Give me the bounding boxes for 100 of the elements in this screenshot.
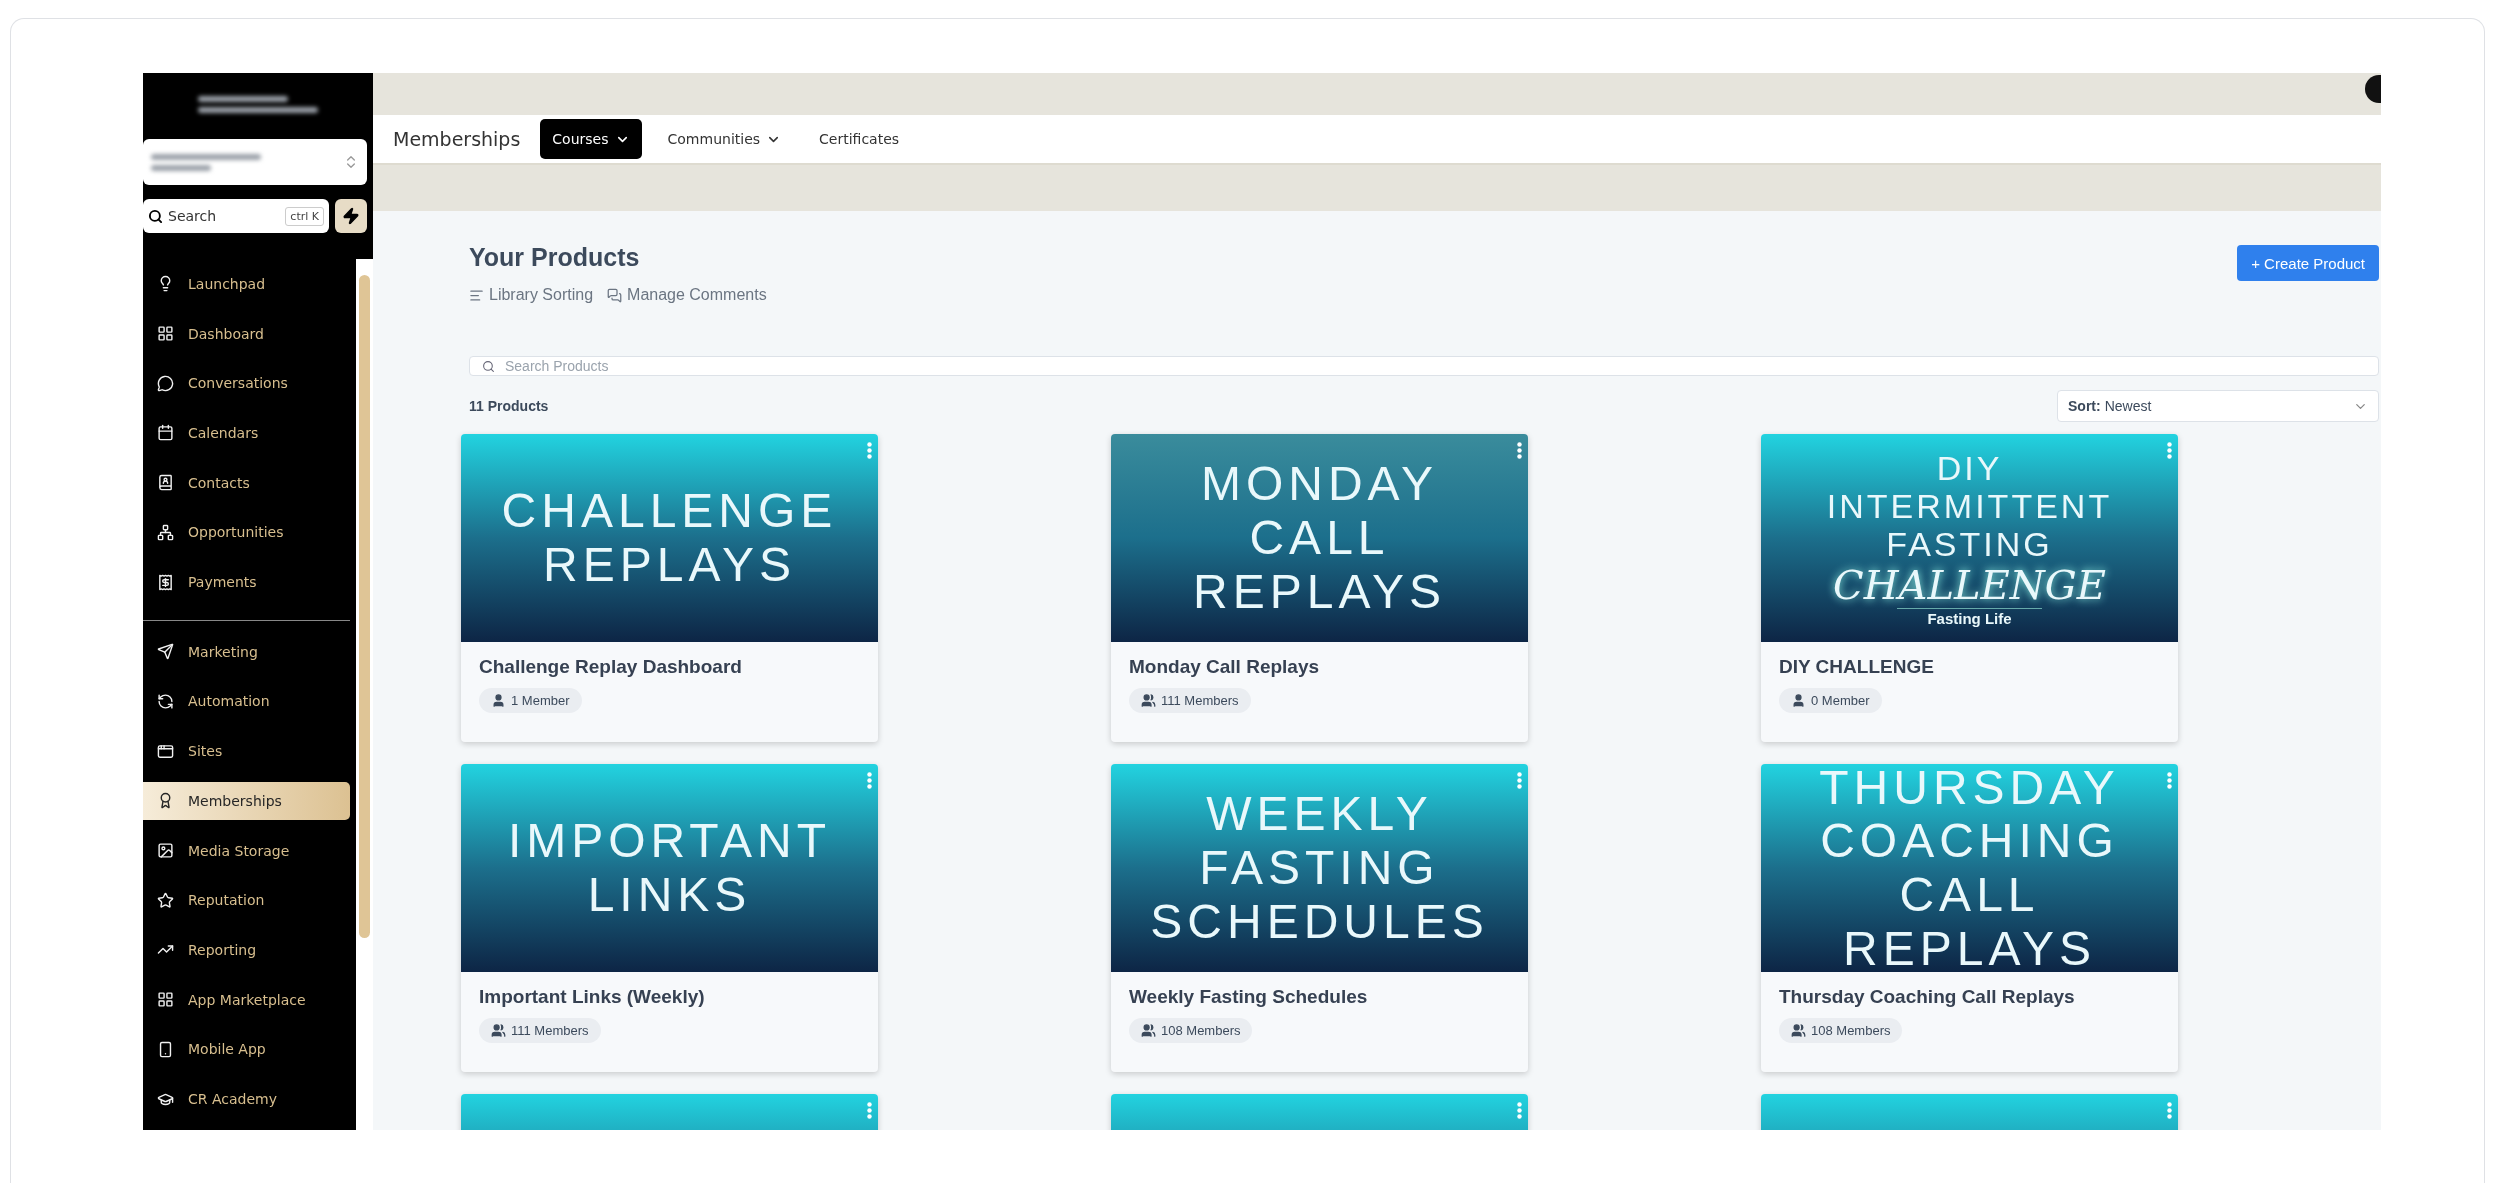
toolbar-link[interactable]: Library Sorting	[469, 286, 594, 304]
thumbnail-text: REPLAYS	[1193, 564, 1446, 619]
people-icon	[1141, 1023, 1156, 1038]
thumbnail-text: COACHING	[1820, 814, 2119, 868]
sidebar-item[interactable]: Marketing	[143, 632, 350, 671]
product-title: DIY CHALLENGE	[1779, 656, 1935, 678]
thumbnail-text: DIY	[1936, 448, 2003, 487]
thumbnail-text: REPLAYS	[1843, 921, 2096, 976]
product-title: Challenge Replay Dashboard	[479, 656, 743, 678]
product-title: Thursday Coaching Call Replays	[1779, 986, 2076, 1008]
thumbnail-text: LINKS	[587, 868, 752, 922]
product-card[interactable]: IMPORTANT LINKS Important Links (Weekly) 111 Members	[461, 764, 878, 1072]
sidebar-item[interactable]: Memberships	[143, 782, 350, 820]
thumbnail-text: INTERMITTENT	[1826, 486, 2113, 525]
product-count: 11 Products	[469, 398, 549, 414]
thumbnail-text: CHALLENGE	[1833, 562, 2106, 608]
sidebar-item[interactable]: Calendars	[143, 414, 350, 452]
nav-tab[interactable]: Courses	[540, 119, 642, 159]
sidebar-item[interactable]: Reporting	[143, 931, 350, 969]
sidebar-item[interactable]: Payments	[143, 563, 350, 601]
more-icon	[1517, 1102, 1522, 1119]
more-menu-button[interactable]	[1517, 1102, 1522, 1119]
smartphone-icon	[157, 1040, 174, 1058]
search-icon	[148, 208, 163, 224]
send-icon	[157, 643, 174, 661]
more-menu-button[interactable]	[1517, 442, 1522, 459]
member-count: 0 Member	[1779, 688, 1882, 713]
thumbnail-text: CHALLENGE	[501, 484, 838, 538]
sidebar-item[interactable]: App Marketplace	[143, 980, 350, 1019]
person-icon	[491, 693, 506, 708]
more-menu-button[interactable]	[2167, 442, 2172, 459]
thumbnail-text: IMPORTANT	[507, 814, 832, 868]
sidebar-item[interactable]: Conversations	[143, 364, 350, 403]
image-icon	[157, 842, 174, 860]
calendar-icon	[157, 424, 174, 442]
sidebar-item[interactable]: Automation	[143, 682, 350, 721]
product-card[interactable]: MONDAY CALL REPLAYS Monday Call Replays 111 Members	[1111, 434, 1528, 742]
more-menu-button[interactable]	[2167, 772, 2172, 789]
more-icon	[1517, 442, 1522, 459]
sidebar-item[interactable]: Opportunities	[143, 513, 350, 552]
window-icon	[157, 742, 174, 760]
create-product-button[interactable]: + Create Product	[2237, 245, 2379, 281]
product-card[interactable]: DIY INTERMITTENT FASTING CHALLENGE Fasting Life DIY CHALLENGE 0 Member	[1761, 434, 2178, 742]
thumbnail-text: CALL	[1249, 511, 1390, 565]
product-card[interactable]: WEEKLY FASTING SCHEDULES Weekly Fasting Schedules 108 Members	[1111, 764, 1528, 1072]
shortcut-hint: ctrl K	[285, 206, 324, 226]
member-count: 108 Members	[1129, 1018, 1253, 1043]
thumbnail-text: MONDAY	[1200, 457, 1439, 512]
search-icon	[482, 359, 495, 373]
member-count: 111 Members	[1129, 688, 1251, 713]
product-title: Monday Call Replays	[1129, 656, 1321, 678]
search-bar[interactable]: Search ctrl K	[143, 199, 329, 233]
people-icon	[1791, 1023, 1806, 1038]
nav-tab[interactable]: Certificates	[807, 119, 912, 159]
member-count: 111 Members	[479, 1018, 601, 1043]
chat-bubble-icon	[157, 374, 174, 392]
product-card[interactable]: CHALLENGE REPLAYS Challenge Replay Dashboard 1 Member	[461, 434, 878, 742]
grid-icon	[157, 991, 174, 1009]
product-card[interactable]: THURSDAY COACHING CALL REPLAYS Thursday Coaching Call Replays 108 Members	[1761, 764, 2178, 1072]
sidebar-item[interactable]: CR Academy	[143, 1080, 350, 1118]
sidebar-item[interactable]: Sites	[143, 732, 350, 771]
product-title: Weekly Fasting Schedules	[1129, 986, 1369, 1008]
people-icon	[1141, 693, 1156, 708]
section-title: Your Products	[468, 243, 641, 272]
thumbnail-text: WEEKLY	[1206, 787, 1433, 842]
more-icon	[2167, 442, 2172, 459]
thumbnail-text: SCHEDULES	[1150, 894, 1489, 949]
more-menu-button[interactable]	[867, 772, 872, 789]
account-switcher[interactable]	[143, 139, 367, 185]
sidebar-item[interactable]: Contacts	[143, 463, 350, 502]
sidebar-item[interactable]: Reputation	[143, 881, 350, 920]
thumbnail-text: Fasting Life	[1897, 607, 2042, 628]
more-icon	[2167, 772, 2172, 789]
lightning-icon	[342, 207, 360, 225]
star-icon	[157, 891, 174, 909]
more-menu-button[interactable]	[867, 442, 872, 459]
thumbnail-text: FASTING	[1886, 524, 2053, 563]
member-count: 108 Members	[1779, 1018, 1903, 1043]
toolbar-link[interactable]: Manage Comments	[607, 286, 767, 304]
sidebar-item[interactable]: Mobile App	[143, 1030, 350, 1069]
nav-tab[interactable]: Communities	[655, 119, 794, 159]
member-count: 1 Member	[479, 688, 582, 713]
more-menu-button[interactable]	[867, 1102, 872, 1119]
sort-select[interactable]: Sort: Newest	[2057, 390, 2379, 422]
contact-book-icon	[157, 474, 174, 492]
more-menu-button[interactable]	[1517, 772, 1522, 789]
sidebar-item[interactable]: Launchpad	[143, 265, 350, 303]
more-menu-button[interactable]	[2167, 1102, 2172, 1119]
sidebar-item[interactable]: Dashboard	[143, 314, 350, 353]
more-icon	[867, 442, 872, 459]
grid-icon	[157, 325, 174, 343]
person-icon	[1791, 693, 1806, 708]
sidebar-item[interactable]: Media Storage	[143, 831, 350, 870]
refresh-icon	[157, 692, 174, 710]
scrollbar[interactable]	[356, 259, 373, 1130]
thumbnail-text: THURSDAY	[1819, 764, 2120, 815]
quick-action-button[interactable]	[335, 199, 367, 233]
thumbnail-text: CALL	[1899, 868, 2040, 922]
thumbnail-text: FASTING	[1199, 841, 1440, 895]
more-icon	[1517, 772, 1522, 789]
